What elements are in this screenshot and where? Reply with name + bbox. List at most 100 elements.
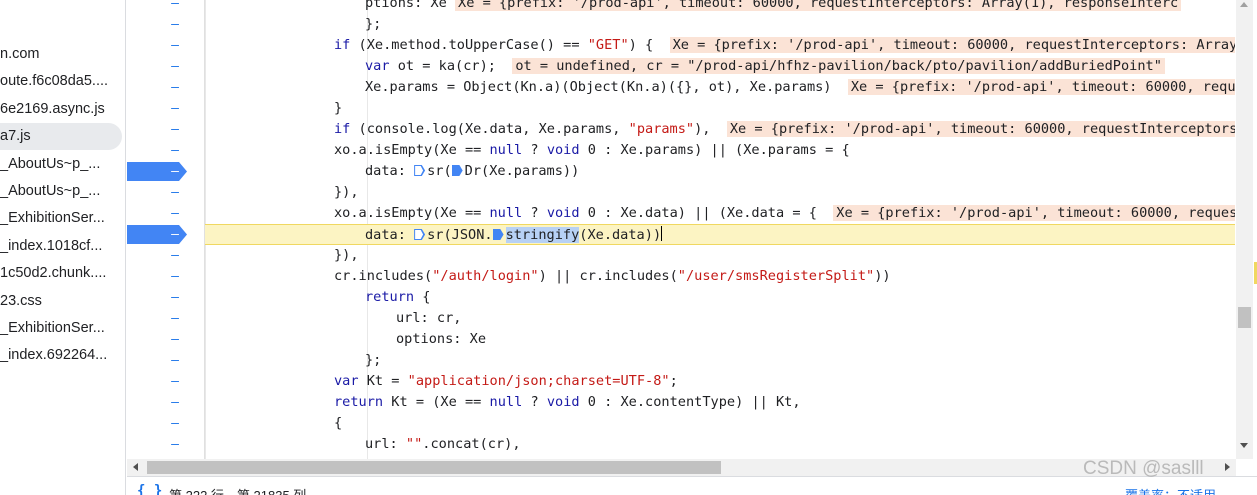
file-item[interactable]: 6e2169.async.js: [0, 96, 125, 123]
inline-value: ot = undefined, cr = "/prod-api/hfhz-pav…: [512, 58, 1165, 74]
file-item[interactable]: oute.f6c08da5....: [0, 68, 125, 95]
scroll-right-icon[interactable]: [1225, 463, 1230, 471]
code-line[interactable]: return Kt = (Xe == null ? void 0 : Xe.co…: [205, 392, 1235, 413]
code-line[interactable]: xo.a.isEmpty(Xe == null ? void 0 : Xe.pa…: [205, 140, 1235, 161]
code-token: 0 : Xe.data) || (Xe.data = {: [579, 205, 834, 221]
file-item[interactable]: _AboutUs~p_...: [0, 151, 125, 178]
code-token: data:: [365, 227, 415, 243]
code-token: null: [489, 394, 523, 410]
code-token: (Xe.data): [579, 227, 653, 243]
code-token: .concat(cr),: [422, 436, 521, 452]
code-line[interactable]: ptions: Xe Xe = {prefix: '/prod-api', ti…: [205, 0, 1235, 14]
code-token: null: [489, 205, 523, 221]
code-token: "application/json;charset=UTF-8": [407, 373, 670, 389]
code-line[interactable]: {: [205, 413, 1235, 434]
code-line[interactable]: }),: [205, 245, 1235, 266]
file-item[interactable]: 23.css: [0, 288, 125, 315]
code-text: options: Xe: [396, 329, 486, 350]
vertical-scrollbar[interactable]: [1236, 0, 1253, 459]
code-token: url:: [365, 436, 406, 452]
code-token: xo.a.isEmpty(Xe ==: [334, 142, 490, 158]
file-item[interactable]: _ExhibitionSer...: [0, 315, 125, 342]
file-item[interactable]: n.com: [0, 41, 125, 68]
selected-text: stringify: [505, 227, 580, 243]
code-line[interactable]: url: "".concat(cr),: [205, 434, 1235, 455]
code-token: };: [365, 352, 382, 368]
code-line[interactable]: if (console.log(Xe.data, Xe.params, "par…: [205, 119, 1235, 140]
pretty-print-button[interactable]: { }: [137, 483, 162, 495]
file-item[interactable]: _ExhibitionSer...: [0, 205, 125, 232]
code-token: data:: [365, 163, 415, 179]
code-token: ),: [694, 121, 727, 137]
code-token: {: [334, 415, 343, 431]
code-line[interactable]: if (Xe.method.toUpperCase() == "GET") { …: [205, 35, 1235, 56]
code-token: 0 : Xe.contentType) || Kt,: [579, 394, 801, 410]
code-token: };: [365, 16, 382, 32]
code-token: 0 : Xe.params) || (Xe.params = {: [579, 142, 850, 158]
code-token: }: [334, 100, 343, 116]
code-text: };: [365, 350, 381, 371]
inline-breakpoint-icon[interactable]: [414, 165, 426, 176]
code-text: }),: [334, 182, 359, 203]
scroll-left-icon[interactable]: [133, 463, 138, 471]
code-token: sr(: [427, 163, 452, 179]
code-line[interactable]: url: cr,: [205, 308, 1235, 329]
code-line[interactable]: Xe.params = Object(Kn.a)(Object(Kn.a)({}…: [205, 77, 1235, 98]
code-token: }),: [334, 247, 359, 263]
file-item[interactable]: _index.1018cf...: [0, 233, 125, 260]
inline-value: Xe = {prefix: '/prod-api', timeout: 6000…: [669, 37, 1235, 53]
code-line[interactable]: options: Xe: [205, 329, 1235, 350]
code-line[interactable]: };: [205, 350, 1235, 371]
code-token: ?: [522, 142, 547, 158]
code-line[interactable]: }: [205, 98, 1235, 119]
code-token: void: [546, 142, 580, 158]
inline-value: Xe = {prefix: '/prod-api', timeout: 6000…: [455, 0, 1182, 11]
code-token: ot = ka(cr);: [389, 58, 513, 74]
code-token: cr.includes(: [334, 268, 433, 284]
file-item[interactable]: a7.js: [0, 123, 122, 151]
code-text: data: sr(Dr(Xe.params)): [365, 161, 579, 182]
code-token: Xe.params = Object(Kn.a)(Object(Kn.a)({}…: [365, 79, 848, 95]
code-token: (Xe.method.toUpperCase() ==: [350, 37, 588, 53]
code-line[interactable]: }),: [205, 182, 1235, 203]
scroll-up-icon[interactable]: [1240, 2, 1248, 7]
code-line[interactable]: xo.a.isEmpty(Xe == null ? void 0 : Xe.da…: [205, 203, 1235, 224]
horizontal-scrollbar[interactable]: [127, 459, 1236, 476]
code-token: var: [365, 58, 390, 74]
code-token: sr(JSON.: [427, 227, 493, 243]
coverage-link[interactable]: 覆盖率：不适用: [1125, 485, 1216, 495]
file-item[interactable]: _AboutUs~p_...: [0, 178, 125, 205]
scroll-down-icon[interactable]: [1240, 443, 1248, 448]
code-line[interactable]: };: [205, 14, 1235, 35]
file-item[interactable]: 1c50d2.chunk....: [0, 260, 125, 287]
code-line[interactable]: var ot = ka(cr); ot = undefined, cr = "/…: [205, 56, 1235, 77]
code-line[interactable]: cr.includes("/auth/login") || cr.include…: [205, 266, 1235, 287]
code-token: null: [489, 142, 523, 158]
code-line[interactable]: return {: [205, 287, 1235, 308]
code-text: var Kt = "application/json;charset=UTF-8…: [334, 371, 678, 392]
inline-breakpoint-active-icon[interactable]: [451, 165, 463, 176]
code-text: }),: [334, 245, 359, 266]
code-token: if: [334, 121, 351, 137]
code-token: }),: [334, 184, 359, 200]
code-text: var ot = ka(cr); ot = undefined, cr = "/…: [365, 56, 1165, 77]
inline-breakpoint-active-icon[interactable]: [492, 229, 504, 240]
code-token: void: [546, 205, 580, 221]
code-line[interactable]: data: sr(Dr(Xe.params)): [205, 161, 1235, 182]
vertical-scroll-thumb[interactable]: [1238, 307, 1251, 328]
inline-breakpoint-icon[interactable]: [414, 229, 426, 240]
file-item[interactable]: _index.692264...: [0, 342, 125, 369]
code-token: void: [546, 394, 580, 410]
code-text: };: [365, 14, 381, 35]
code-text: xo.a.isEmpty(Xe == null ? void 0 : Xe.da…: [334, 203, 1235, 224]
code-line[interactable]: var Kt = "application/json;charset=UTF-8…: [205, 371, 1235, 392]
code-token: url: cr,: [396, 310, 462, 326]
horizontal-scroll-thumb[interactable]: [147, 461, 721, 474]
code-text: if (console.log(Xe.data, Xe.params, "par…: [334, 119, 1235, 140]
code-area[interactable]: ptions: Xe Xe = {prefix: '/prod-api', ti…: [127, 0, 1257, 459]
file-navigator: n.com oute.f6c08da5.... 6e2169.async.js a7.…: [0, 0, 126, 495]
text-cursor: [661, 226, 663, 241]
paused-code-line[interactable]: data: sr(JSON. stringify(Xe.data)): [205, 224, 1235, 245]
code-editor[interactable]: ––––––––––––––––––––––– ptions: Xe Xe = …: [127, 0, 1257, 459]
cursor-position: 第 222 行，第 21835 列: [169, 485, 306, 495]
